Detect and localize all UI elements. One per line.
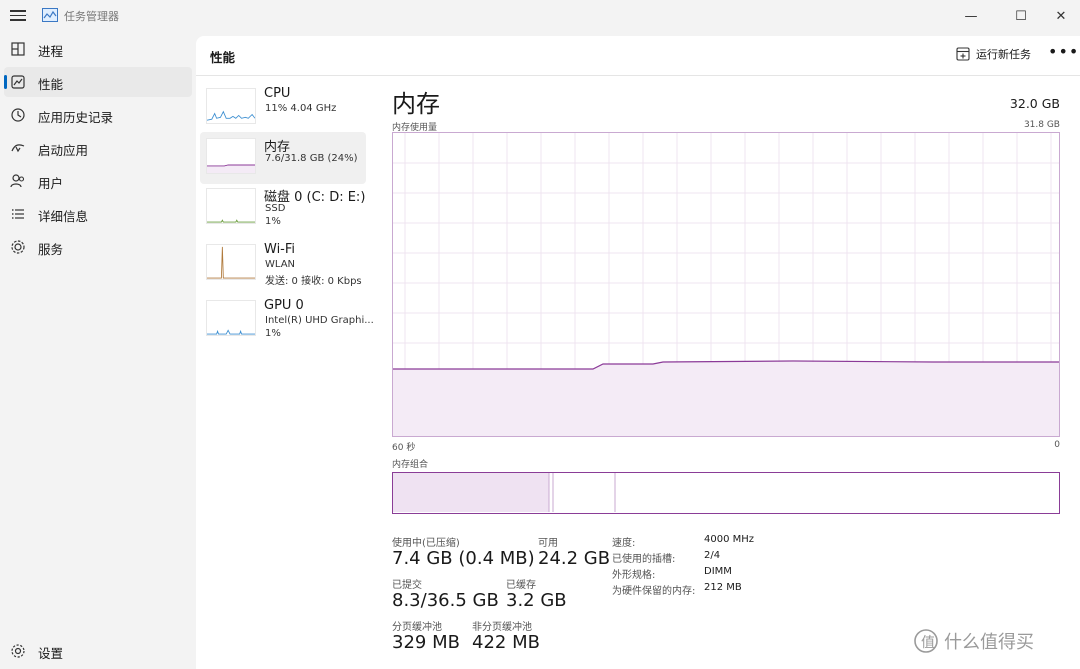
sidebar-item-label: 详细信息	[38, 209, 89, 224]
device-memory[interactable]: 内存 7.6/31.8 GB (24%)	[200, 132, 366, 184]
device-detail: 发送: 0 接收: 0 Kbps	[265, 276, 362, 287]
device-disk[interactable]: 磁盘 0 (C: D: E:) SSD 1%	[200, 182, 366, 234]
committed-value: 8.3/36.5 GB	[392, 590, 499, 611]
sidebar-item-settings[interactable]: 设置	[4, 636, 192, 666]
active-indicator	[4, 75, 7, 89]
device-detail: SSD	[265, 203, 286, 214]
spec-value: DIMM	[704, 566, 732, 577]
device-detail: 1%	[265, 216, 281, 227]
composition-label: 内存组合	[392, 460, 429, 470]
run-task-label: 运行新任务	[976, 48, 1031, 61]
sidebar-item-label: 启动应用	[38, 143, 89, 158]
task-manager-app-icon	[42, 8, 58, 22]
cached-value: 3.2 GB	[506, 590, 567, 611]
in-use-label: 使用中(已压缩)	[392, 538, 460, 549]
memory-total: 32.0 GB	[1009, 96, 1060, 111]
device-wifi[interactable]: Wi-Fi WLAN 发送: 0 接收: 0 Kbps	[200, 238, 366, 290]
paged-pool-value: 329 MB	[392, 632, 460, 653]
more-options-button[interactable]: •••	[1048, 42, 1079, 61]
main-header: 性能 运行新任务 •••	[196, 36, 1080, 76]
sidebar-item-processes[interactable]: 进程	[4, 34, 192, 64]
sidebar-item-label: 性能	[38, 77, 64, 92]
sidebar-item-startup[interactable]: 启动应用	[4, 133, 192, 163]
startup-icon	[11, 144, 25, 153]
close-button[interactable]: ✕	[1038, 0, 1080, 32]
main-panel: 性能 运行新任务 ••• CPU 11% 4.04 GHz 内存 7.6/31.…	[196, 36, 1080, 669]
in-use-value: 7.4 GB (0.4 MB)	[392, 548, 535, 569]
nonpaged-pool-value: 422 MB	[472, 632, 540, 653]
cpu-thumbnail-graph	[206, 88, 256, 124]
sidebar-item-details[interactable]: 详细信息	[4, 199, 192, 229]
memory-composition-bar	[392, 472, 1060, 514]
sidebar-item-services[interactable]: 服务	[4, 232, 192, 262]
device-detail: 1%	[265, 328, 281, 339]
memory-title: 内存	[392, 90, 440, 118]
watermark-text: 什么值得买	[944, 632, 1034, 653]
available-label: 可用	[538, 538, 558, 549]
window-title: 任务管理器	[64, 10, 119, 23]
sidebar-item-label: 应用历史记录	[38, 110, 114, 125]
run-task-icon	[956, 47, 970, 61]
chart-time-left: 60 秒	[392, 443, 416, 453]
spec-value: 4000 MHz	[704, 534, 755, 545]
sidebar: 进程 性能 应用历史记录 启动应用 用户 详细信息 服务 设置	[0, 32, 196, 669]
sidebar-item-label: 设置	[38, 646, 64, 661]
run-new-task-button[interactable]: 运行新任务	[956, 46, 1031, 62]
spec-key: 已使用的插槽:	[612, 554, 676, 565]
settings-gear-icon	[11, 644, 25, 658]
device-name: Wi-Fi	[264, 242, 296, 257]
details-icon	[12, 209, 24, 219]
spec-key: 为硬件保留的内存:	[612, 586, 696, 597]
title-bar: 任务管理器 — ☐ ✕	[0, 0, 1080, 32]
memory-composition-graph	[393, 473, 616, 512]
memory-thumbnail-graph	[206, 138, 256, 174]
page-title: 性能	[210, 50, 236, 65]
available-value: 24.2 GB	[538, 548, 611, 569]
cached-label: 已缓存	[506, 580, 536, 591]
gpu-thumbnail-graph	[206, 300, 256, 336]
spec-key: 速度:	[612, 538, 636, 549]
watermark-logo-icon: 值	[914, 629, 938, 653]
device-detail: 7.6/31.8 GB (24%)	[265, 153, 358, 164]
chart-time-right: 0	[1054, 440, 1060, 450]
svg-text:值: 值	[921, 635, 935, 651]
minimize-button[interactable]: —	[948, 0, 994, 32]
sidebar-item-performance[interactable]: 性能	[4, 67, 192, 97]
performance-icon	[11, 75, 25, 89]
spec-key: 外形规格:	[612, 570, 656, 581]
users-icon	[10, 174, 25, 188]
device-name: CPU	[264, 86, 291, 101]
sidebar-item-label: 进程	[38, 44, 64, 59]
spec-value: 2/4	[704, 550, 721, 561]
processes-icon	[11, 42, 25, 56]
committed-label: 已提交	[392, 580, 422, 591]
watermark: 值 什么值得买	[912, 628, 1034, 654]
device-name: GPU 0	[264, 298, 304, 313]
services-icon	[11, 240, 25, 254]
wifi-thumbnail-graph	[206, 244, 256, 280]
device-gpu[interactable]: GPU 0 Intel(R) UHD Graphi... 1%	[200, 294, 374, 346]
device-detail: Intel(R) UHD Graphi...	[265, 315, 374, 326]
spec-value: 212 MB	[704, 582, 742, 593]
usage-chart-max: 31.8 GB	[1023, 120, 1060, 130]
sidebar-item-label: 服务	[38, 242, 64, 257]
memory-usage-graph	[393, 133, 1059, 436]
history-icon	[11, 108, 25, 122]
memory-usage-chart	[392, 132, 1060, 437]
sidebar-item-label: 用户	[38, 176, 64, 191]
sidebar-item-users[interactable]: 用户	[4, 166, 192, 196]
device-cpu[interactable]: CPU 11% 4.04 GHz	[200, 82, 366, 134]
sidebar-item-app-history[interactable]: 应用历史记录	[4, 100, 192, 130]
paged-pool-label: 分页缓冲池	[392, 622, 442, 633]
device-detail: 11% 4.04 GHz	[265, 103, 337, 114]
device-detail: WLAN	[265, 259, 296, 270]
nonpaged-pool-label: 非分页缓冲池	[472, 622, 532, 633]
hamburger-menu-icon[interactable]	[10, 8, 26, 22]
disk-thumbnail-graph	[206, 188, 256, 224]
